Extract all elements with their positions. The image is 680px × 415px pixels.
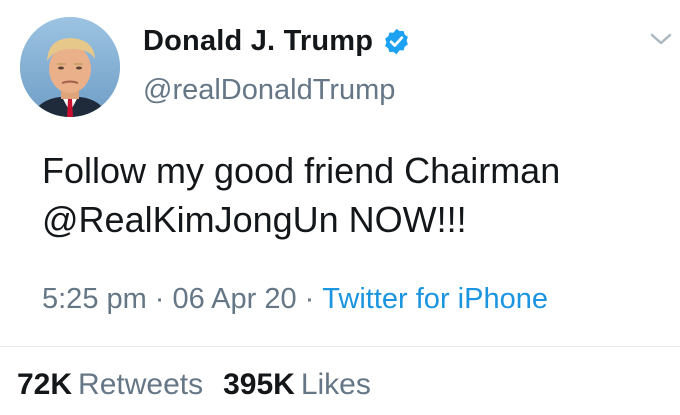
tweet-source-link[interactable]: Twitter for iPhone [322, 283, 548, 315]
author-handle[interactable]: @realDonaldTrump [143, 74, 395, 107]
meta-separator: · [154, 283, 165, 315]
chevron-down-icon[interactable] [648, 30, 674, 48]
tweet-meta: 5:25 pm · 06 Apr 20 · Twitter for iPhone [42, 283, 548, 316]
avatar[interactable] [20, 17, 120, 117]
retweets-count: 72K [17, 368, 73, 401]
tweet-text-line: Follow my good friend Chairman [42, 150, 561, 191]
likes-count: 395K [223, 368, 295, 401]
avatar-image [20, 17, 120, 117]
likes-label: Likes [300, 368, 371, 401]
likes-stat[interactable]: 395K Likes [223, 368, 371, 401]
tweet-text: Follow my good friend Chairman @RealKimJ… [42, 146, 662, 244]
tweet-time[interactable]: 5:25 pm [42, 283, 147, 315]
meta-separator: · [304, 283, 315, 315]
retweets-stat[interactable]: 72K Retweets [17, 368, 203, 401]
tweet-stats: 72K Retweets 395K Likes [17, 368, 371, 402]
divider [0, 346, 680, 347]
verified-badge-icon [382, 27, 411, 56]
tweet-card: Donald J. Trump @realDonaldTrump Follow … [0, 0, 680, 415]
tweet-text-line: @RealKimJongUn NOW!!! [42, 199, 467, 240]
retweets-label: Retweets [78, 368, 204, 401]
author-name-row: Donald J. Trump [143, 25, 411, 58]
author-display-name[interactable]: Donald J. Trump [143, 25, 373, 58]
tweet-date[interactable]: 06 Apr 20 [172, 283, 296, 315]
